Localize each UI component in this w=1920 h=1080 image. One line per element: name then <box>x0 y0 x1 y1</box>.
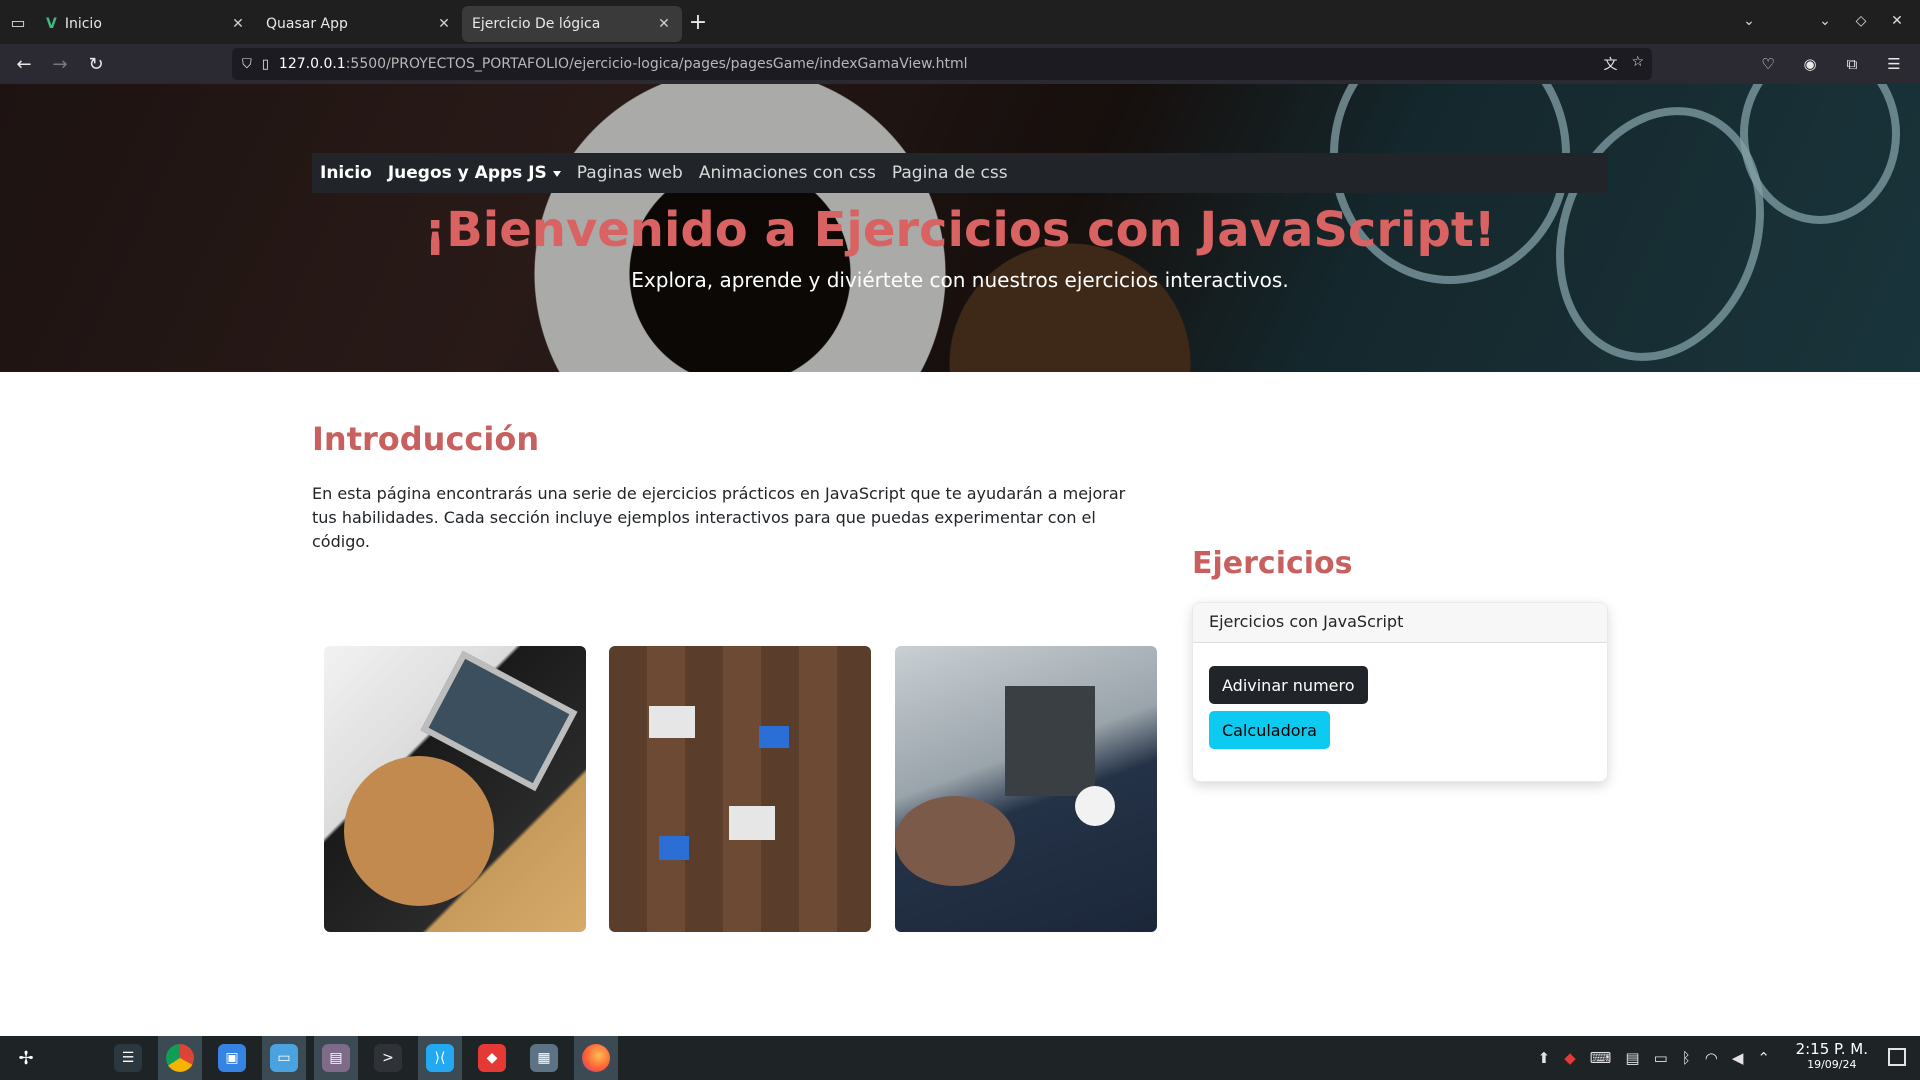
tab-title: Quasar App <box>266 16 348 32</box>
clipboard-icon[interactable]: ▤ <box>1625 1049 1639 1067</box>
stressed-worker-photo <box>324 646 586 932</box>
forward-icon[interactable]: → <box>42 48 78 80</box>
maximize-icon[interactable]: ◇ <box>1846 6 1876 36</box>
reload-icon[interactable]: ↻ <box>78 48 114 80</box>
nav-link-juegos[interactable]: Juegos y Apps JS <box>388 163 561 183</box>
wifi-icon[interactable]: ◠ <box>1705 1049 1718 1067</box>
nav-link-paginas-web[interactable]: Paginas web <box>577 163 683 183</box>
volume-icon[interactable]: ◀ <box>1732 1049 1744 1067</box>
nav-link-pagina-css[interactable]: Pagina de css <box>892 163 1008 183</box>
leg-shape <box>895 796 1015 886</box>
show-desktop-icon[interactable] <box>1888 1048 1906 1066</box>
store-app-icon[interactable]: ▣ <box>210 1036 254 1080</box>
browser-toolbar: ← → ↻ ⛉ ▯ 127.0.0.1:5500/PROYECTOS_PORTA… <box>0 44 1920 84</box>
back-icon[interactable]: ← <box>6 48 42 80</box>
close-window-icon[interactable]: ✕ <box>1882 6 1912 36</box>
cup-shape <box>1075 786 1115 826</box>
close-icon[interactable]: ✕ <box>436 16 452 32</box>
tab-inicio[interactable]: V Inicio ✕ <box>36 6 256 42</box>
clock-date: 19/09/24 <box>1807 1058 1857 1071</box>
files-app-icon[interactable]: ▭ <box>262 1036 306 1080</box>
extensions-icon[interactable]: ⧉ <box>1836 48 1868 80</box>
chrome-app-icon[interactable] <box>158 1036 202 1080</box>
tab-title: Inicio <box>64 16 102 32</box>
laptop-shape <box>729 806 775 840</box>
anydesk-tray-icon[interactable]: ◆ <box>1564 1049 1576 1067</box>
tab-title: Ejercicio De lógica <box>472 16 601 32</box>
battery-icon[interactable]: ▭ <box>1654 1049 1668 1067</box>
web-page: Inicio Juegos y Apps JS Paginas web Anim… <box>0 84 1920 1036</box>
os-taskbar: ✢ ☰ ▣ ▭ ▤ > ⟩⟨ ◆ ▦ ⬆ ◆ ⌨ ▤ ▭ ᛒ ◠ ◀ ⌃ 2:1… <box>0 1036 1920 1080</box>
vue-icon: V <box>46 16 57 32</box>
exercises-card: Ejercicios con JavaScript Adivinar numer… <box>1192 602 1608 782</box>
tab-quasar[interactable]: Quasar App ✕ <box>256 6 462 42</box>
terminal-app-icon[interactable]: > <box>366 1036 410 1080</box>
bluetooth-icon[interactable]: ᛒ <box>1682 1049 1691 1067</box>
media-app-icon[interactable]: ▤ <box>314 1036 358 1080</box>
page-icon: ▯ <box>261 56 269 72</box>
intro-heading: Introducción <box>312 420 540 458</box>
shield-icon[interactable]: ⛉ <box>242 57 252 72</box>
system-tray: ⬆ ◆ ⌨ ▤ ▭ ᛒ ◠ ◀ ⌃ <box>1538 1036 1770 1080</box>
hero-subtitle: Explora, aprende y diviértete con nuestr… <box>631 268 1289 292</box>
url-bar[interactable]: ⛉ ▯ 127.0.0.1:5500/PROYECTOS_PORTAFOLIO/… <box>232 48 1652 80</box>
nav-link-inicio[interactable]: Inicio <box>320 163 372 183</box>
display-app-icon[interactable]: ▦ <box>522 1036 566 1080</box>
account-icon[interactable]: ◉ <box>1794 48 1826 80</box>
update-icon[interactable]: ⬆ <box>1538 1049 1551 1067</box>
new-tab-button[interactable]: + <box>682 6 714 38</box>
tray-expand-icon[interactable]: ⌃ <box>1757 1049 1770 1067</box>
vscode-app-icon[interactable]: ⟩⟨ <box>418 1036 462 1080</box>
tablet-shape <box>659 836 689 860</box>
minimize-icon[interactable]: ⌄ <box>1810 6 1840 36</box>
toolbar-right: ♡ ◉ ⧉ ☰ <box>1752 48 1910 80</box>
intro-paragraph: En esta página encontrarás una serie de … <box>312 484 1126 551</box>
menu-icon[interactable]: ☰ <box>1878 48 1910 80</box>
anydesk-app-icon[interactable]: ◆ <box>470 1036 514 1080</box>
firefox-app-icon[interactable] <box>574 1036 618 1080</box>
url-host: 127.0.0.1 <box>278 56 346 72</box>
nav-link-juegos-label: Juegos y Apps JS <box>387 163 547 183</box>
hero-banner: Inicio Juegos y Apps JS Paginas web Anim… <box>0 84 1920 372</box>
clock-time: 2:15 P. M. <box>1795 1040 1868 1058</box>
settings-app-icon[interactable]: ☰ <box>106 1036 150 1080</box>
tab-overflow-icon[interactable]: ⌄ <box>1734 6 1764 36</box>
url-actions: 文 ☆ <box>1603 54 1644 74</box>
hero-title: ¡Bienvenido a Ejercicios con JavaScript! <box>424 202 1496 258</box>
url-path: :5500/PROYECTOS_PORTAFOLIO/ejercicio-log… <box>345 56 968 72</box>
site-navbar: Inicio Juegos y Apps JS Paginas web Anim… <box>312 153 1608 193</box>
translate-icon[interactable]: 文 <box>1603 54 1617 74</box>
laptop-shape <box>649 706 695 738</box>
exercises-heading: Ejercicios <box>1192 546 1353 581</box>
tab-ejercicio[interactable]: Ejercicio De lógica ✕ <box>462 6 682 42</box>
woman-laptop-photo <box>895 646 1157 932</box>
dropdown-caret-icon <box>552 170 561 177</box>
close-icon[interactable]: ✕ <box>656 16 672 32</box>
team-meeting-photo <box>609 646 871 932</box>
close-icon[interactable]: ✕ <box>230 16 246 32</box>
bookmark-star-icon[interactable]: ☆ <box>1631 54 1644 74</box>
card-header: Ejercicios con JavaScript <box>1193 603 1607 643</box>
head-shape <box>344 756 494 906</box>
keyboard-icon[interactable]: ⌨ <box>1590 1049 1612 1067</box>
laptop-shape <box>1005 686 1095 796</box>
browser-tab-strip: ▭ V Inicio ✕ Quasar App ✕ Ejercicio De l… <box>0 0 1920 44</box>
tablet-shape <box>759 726 789 748</box>
adivinar-numero-button[interactable]: Adivinar numero <box>1209 666 1368 704</box>
tab-list-icon[interactable]: ▭ <box>0 4 36 40</box>
nav-link-animaciones[interactable]: Animaciones con css <box>699 163 876 183</box>
clock[interactable]: 2:15 P. M. 19/09/24 <box>1796 1040 1868 1071</box>
app-launcher-icon[interactable]: ✢ <box>4 1036 48 1080</box>
pocket-icon[interactable]: ♡ <box>1752 48 1784 80</box>
window-controls: ⌄ ⌄ ◇ ✕ <box>1734 6 1912 36</box>
calculadora-button[interactable]: Calculadora <box>1209 711 1330 749</box>
